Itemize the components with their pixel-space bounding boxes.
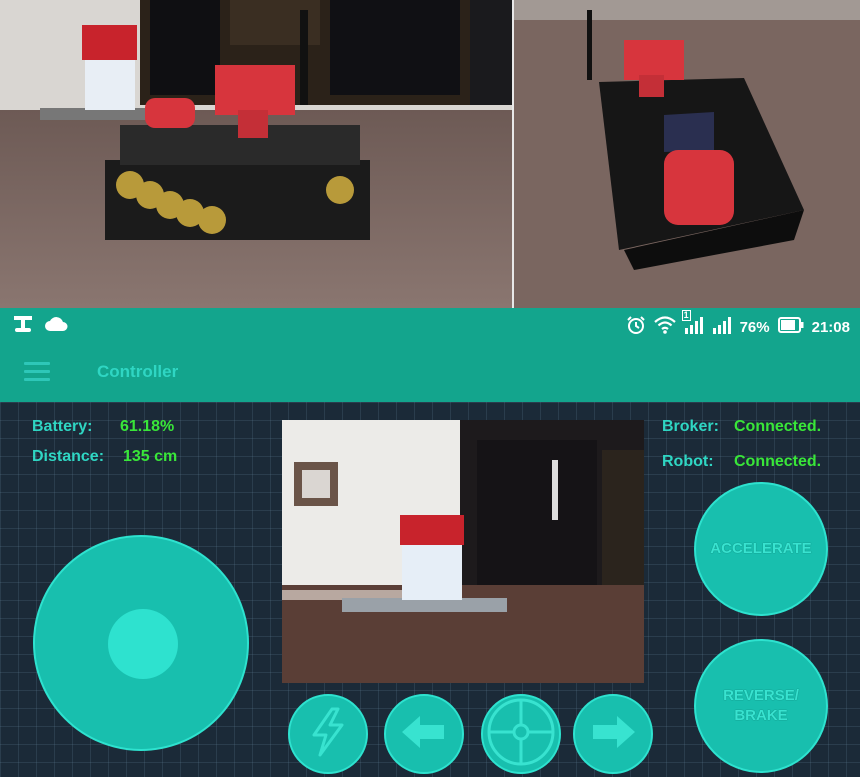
page-title: Controller <box>97 362 179 381</box>
joystick-knob[interactable] <box>108 609 178 679</box>
turn-left-button[interactable] <box>384 694 464 774</box>
clock: 21:08 <box>811 318 850 336</box>
controller-panel: Battery: 61.18% Distance: 135 cm Broker:… <box>0 402 860 777</box>
crosshair-icon <box>485 696 557 773</box>
battery-percent: 76% <box>739 318 770 336</box>
robot-icon <box>12 314 34 339</box>
accelerate-label: ACCELERATE <box>710 540 812 557</box>
reverse-label-line1: REVERSE/ <box>723 687 799 704</box>
cloud-icon <box>44 316 68 337</box>
signal-icon-sim1: 1 <box>681 310 704 338</box>
robot-label: Robot: <box>662 453 714 470</box>
alarm-icon <box>626 315 646 339</box>
robot-photo-top <box>514 0 860 308</box>
robot-status: Connected. <box>734 453 822 470</box>
camera-feed <box>282 420 644 683</box>
broker-status: Connected. <box>734 418 822 435</box>
reverse-brake-label: REVERSE/ BRAKE <box>723 686 799 726</box>
robot-photo-side <box>0 0 512 308</box>
battery-icon <box>777 317 804 337</box>
wifi-icon <box>653 316 676 338</box>
reverse-brake-button[interactable]: REVERSE/ BRAKE <box>694 639 828 773</box>
reverse-label-line2: BRAKE <box>734 707 788 724</box>
status-bar: 1 76% 21:08 <box>0 308 860 342</box>
power-button[interactable] <box>288 694 368 774</box>
battery-value: 61.18% <box>120 418 175 435</box>
distance-value: 135 cm <box>123 448 178 465</box>
accelerate-button[interactable]: ACCELERATE <box>694 482 828 616</box>
broker-label: Broker: <box>662 418 719 435</box>
distance-label: Distance: <box>32 448 105 465</box>
sim1-label: 1 <box>681 310 691 321</box>
hamburger-icon[interactable] <box>24 362 50 382</box>
lightning-icon <box>308 707 348 762</box>
arrow-left-icon <box>400 714 448 755</box>
joystick[interactable] <box>33 535 249 751</box>
battery-label: Battery: <box>32 418 93 435</box>
app-bar: Controller <box>0 342 860 402</box>
arrow-right-icon <box>589 714 637 755</box>
center-button[interactable] <box>481 694 561 774</box>
signal-icon-sim2 <box>712 316 732 338</box>
turn-right-button[interactable] <box>573 694 653 774</box>
